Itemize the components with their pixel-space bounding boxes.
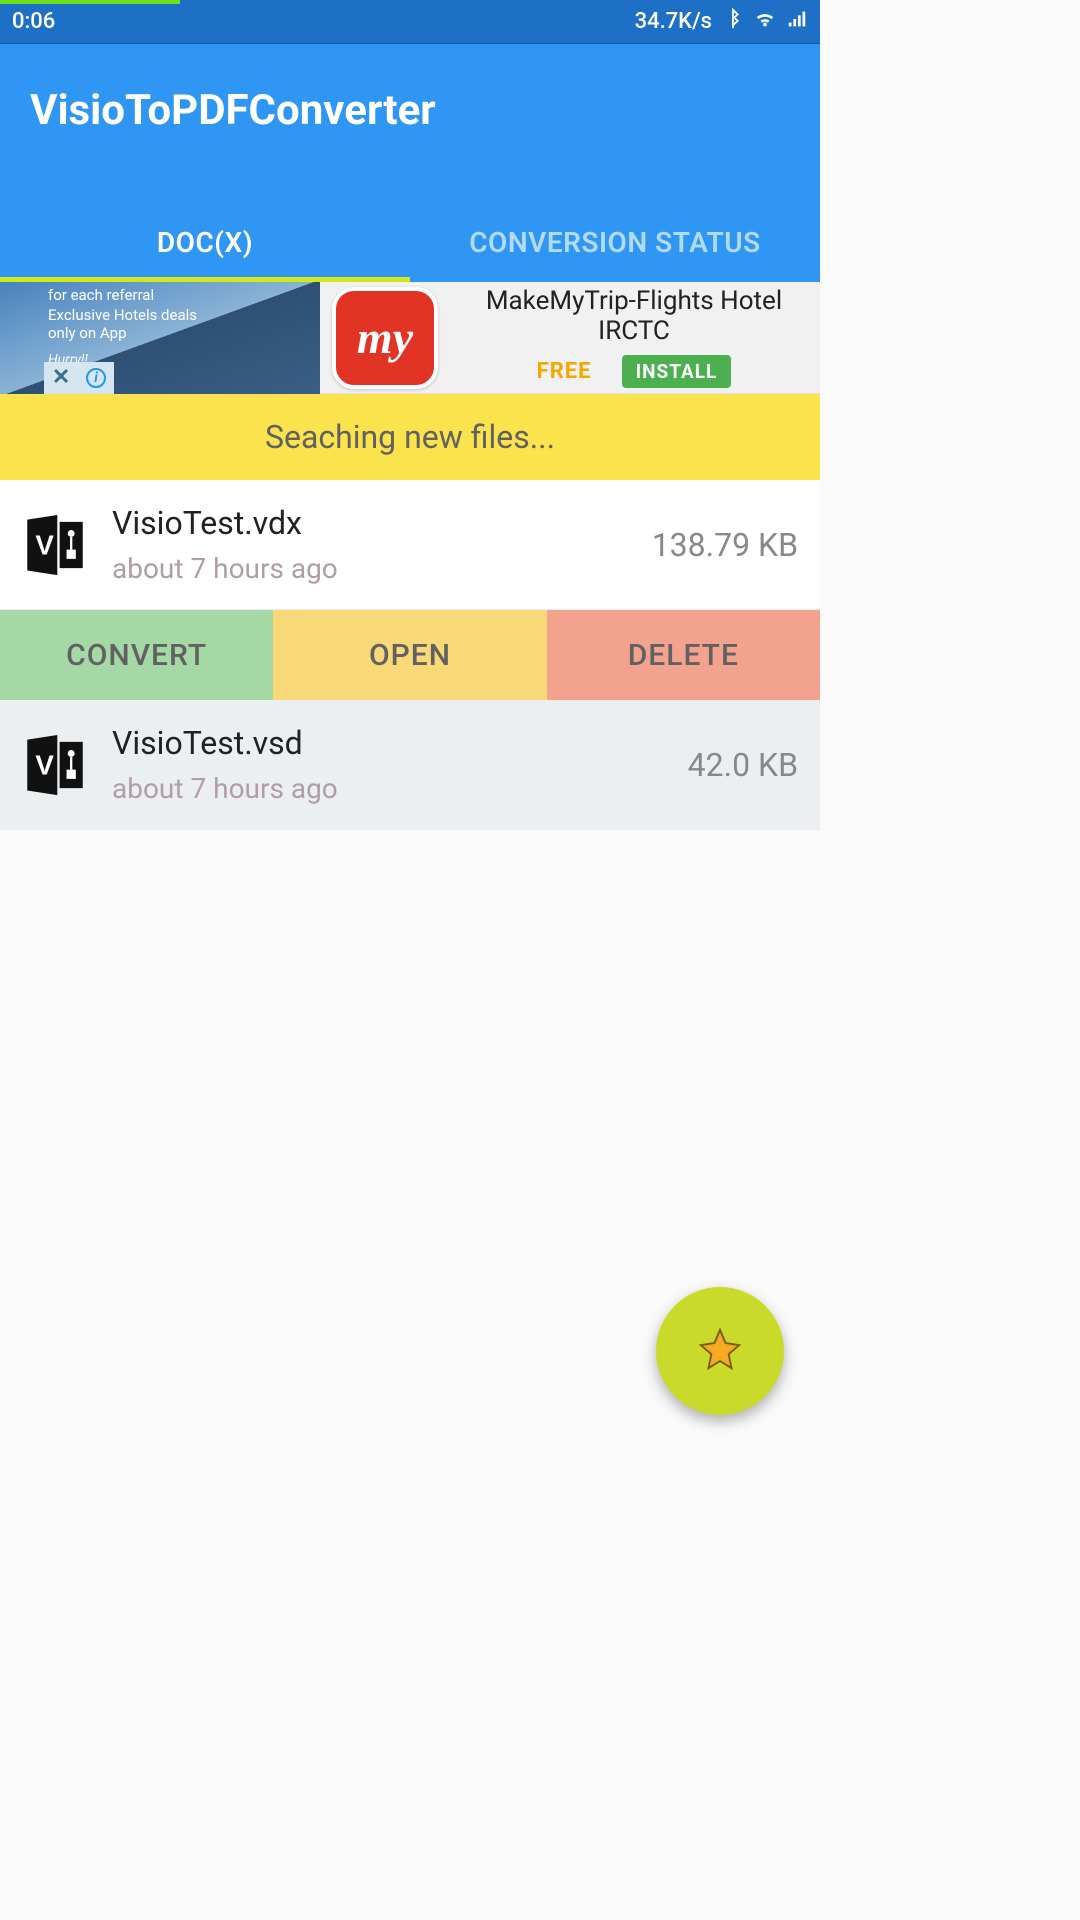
- tab-docx[interactable]: DOC(X): [0, 202, 410, 282]
- ad-logo-text: my: [357, 311, 413, 364]
- status-time: 0:06: [12, 9, 55, 34]
- file-time: about 7 hours ago: [112, 772, 688, 805]
- status-progress-indicator: [0, 0, 180, 4]
- ad-content: MakeMyTrip-Flights Hotel IRCTC FREE INST…: [448, 287, 820, 388]
- ad-title: MakeMyTrip-Flights Hotel IRCTC: [448, 287, 820, 347]
- wifi-icon: [754, 8, 776, 36]
- open-button[interactable]: OPEN: [273, 610, 546, 700]
- ad-text-line2: Exclusive Hotels deals: [48, 306, 197, 324]
- bluetooth-icon: [722, 8, 744, 36]
- tabs: DOC(X) CONVERSION STATUS: [0, 202, 820, 282]
- app-bar: VisioToPDFConverter: [0, 44, 820, 202]
- ad-text-line1: for each referral: [48, 286, 154, 304]
- status-bar: 0:06 34.7K/s: [0, 0, 820, 44]
- ad-image-area: for each referral Exclusive Hotels deals…: [0, 282, 320, 394]
- status-speed: 34.7K/s: [635, 9, 712, 34]
- convert-button[interactable]: CONVERT: [0, 610, 273, 700]
- visio-file-icon: V: [18, 728, 92, 802]
- tab-conversion-status[interactable]: CONVERSION STATUS: [410, 202, 820, 282]
- file-size: 138.79 KB: [652, 526, 802, 564]
- ad-free-label: FREE: [537, 359, 592, 384]
- info-icon[interactable]: i: [86, 368, 106, 388]
- file-size: 42.0 KB: [688, 746, 802, 784]
- ad-text-line3: only on App: [48, 324, 127, 342]
- star-icon: [697, 1326, 743, 1376]
- visio-file-icon: V: [18, 508, 92, 582]
- ad-logo: my: [332, 287, 438, 389]
- searching-banner: Seaching new files...: [0, 394, 820, 480]
- file-name: VisioTest.vdx: [112, 504, 652, 542]
- file-meta: VisioTest.vsd about 7 hours ago: [92, 724, 688, 805]
- file-meta: VisioTest.vdx about 7 hours ago: [92, 504, 652, 585]
- file-row[interactable]: V VisioTest.vdx about 7 hours ago 138.79…: [0, 480, 820, 610]
- signal-icon: [786, 8, 808, 36]
- file-name: VisioTest.vsd: [112, 724, 688, 762]
- ad-banner[interactable]: for each referral Exclusive Hotels deals…: [0, 282, 820, 394]
- file-time: about 7 hours ago: [112, 552, 652, 585]
- star-fab-button[interactable]: [656, 1287, 784, 1415]
- close-icon[interactable]: ✕: [52, 365, 70, 390]
- ad-choices-control[interactable]: ✕ i: [44, 362, 114, 394]
- svg-text:V: V: [35, 749, 54, 780]
- svg-text:V: V: [35, 529, 54, 560]
- ad-install-button[interactable]: INSTALL: [622, 355, 732, 388]
- file-row[interactable]: V VisioTest.vsd about 7 hours ago 42.0 K…: [0, 700, 820, 830]
- delete-button[interactable]: DELETE: [547, 610, 820, 700]
- status-right: 34.7K/s: [635, 8, 808, 36]
- app-title: VisioToPDFConverter: [30, 86, 790, 135]
- file-actions-row: CONVERT OPEN DELETE: [0, 610, 820, 700]
